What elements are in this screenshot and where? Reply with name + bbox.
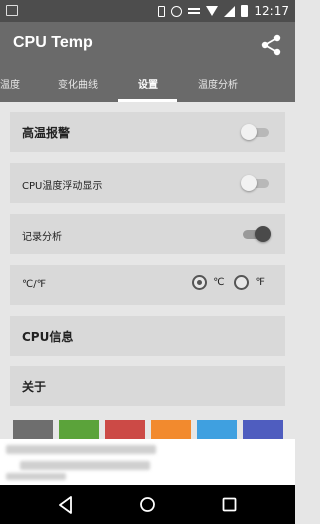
unit-fahrenheit-option[interactable]: ℉ bbox=[234, 275, 265, 290]
celsius-label: ℃ bbox=[213, 277, 225, 288]
ad-banner[interactable] bbox=[0, 439, 295, 485]
theme-swatch-orange[interactable] bbox=[151, 420, 191, 439]
setting-cpu-temp-float[interactable]: CPU温度浮动显示 bbox=[10, 163, 285, 203]
theme-swatch-gray[interactable] bbox=[13, 420, 53, 439]
app-bar: CPU Temp bbox=[0, 22, 295, 68]
cpu-temp-float-switch[interactable] bbox=[241, 174, 271, 192]
high-temp-alarm-switch[interactable] bbox=[241, 123, 271, 141]
share-icon[interactable] bbox=[259, 33, 283, 57]
high-temp-alarm-label: 高温报警 bbox=[22, 126, 71, 140]
setting-record-analysis[interactable]: 记录分析 bbox=[10, 214, 285, 254]
record-analysis-label: 记录分析 bbox=[22, 232, 62, 243]
wifi-icon bbox=[206, 6, 219, 16]
fahrenheit-radio[interactable] bbox=[234, 275, 250, 290]
theme-swatch-red[interactable] bbox=[105, 420, 145, 439]
cpu-info-label: CPU信息 bbox=[22, 330, 74, 344]
navigation-bar bbox=[0, 485, 295, 524]
recent-apps-icon[interactable] bbox=[222, 497, 237, 512]
status-icons: 12:17 bbox=[158, 3, 289, 19]
tab-change-curve[interactable]: 变化曲线 bbox=[52, 76, 104, 91]
fahrenheit-label: ℉ bbox=[255, 277, 265, 288]
unit-radio-group: ℃ ℉ bbox=[192, 275, 265, 290]
image-icon bbox=[6, 5, 18, 16]
theme-color-swatches bbox=[13, 420, 283, 439]
setting-high-temp-alarm[interactable]: 高温报警 bbox=[10, 112, 285, 152]
setting-temperature-unit: ℃/℉ ℃ ℉ bbox=[10, 265, 285, 305]
signal-icon bbox=[224, 5, 236, 17]
unit-celsius-option[interactable]: ℃ bbox=[192, 275, 224, 290]
app-title: CPU Temp bbox=[13, 34, 93, 51]
theme-swatch-blue[interactable] bbox=[197, 420, 237, 439]
status-bar: 12:17 bbox=[0, 0, 295, 22]
celsius-radio[interactable] bbox=[192, 275, 208, 290]
status-time: 12:17 bbox=[254, 4, 289, 18]
key-icon bbox=[188, 8, 201, 14]
back-icon[interactable] bbox=[58, 496, 74, 514]
tab-bar: 温度 变化曲线 设置 温度分析 bbox=[0, 68, 295, 102]
tab-temperature[interactable]: 温度 bbox=[0, 76, 22, 91]
theme-swatch-indigo[interactable] bbox=[243, 420, 283, 439]
alarm-icon bbox=[171, 5, 183, 17]
temperature-unit-label: ℃/℉ bbox=[22, 279, 47, 290]
cpu-temp-float-label: CPU温度浮动显示 bbox=[22, 181, 103, 192]
tab-temperature-analysis[interactable]: 温度分析 bbox=[192, 76, 244, 91]
setting-about[interactable]: 关于 bbox=[10, 366, 285, 406]
battery-icon bbox=[241, 5, 249, 17]
record-analysis-switch[interactable] bbox=[241, 225, 271, 243]
tab-indicator bbox=[118, 99, 177, 102]
home-icon[interactable] bbox=[139, 496, 156, 513]
vibrate-icon bbox=[158, 5, 166, 17]
theme-swatch-green[interactable] bbox=[59, 420, 99, 439]
setting-cpu-info[interactable]: CPU信息 bbox=[10, 316, 285, 356]
tab-settings[interactable]: 设置 bbox=[128, 76, 168, 91]
about-label: 关于 bbox=[22, 380, 47, 394]
